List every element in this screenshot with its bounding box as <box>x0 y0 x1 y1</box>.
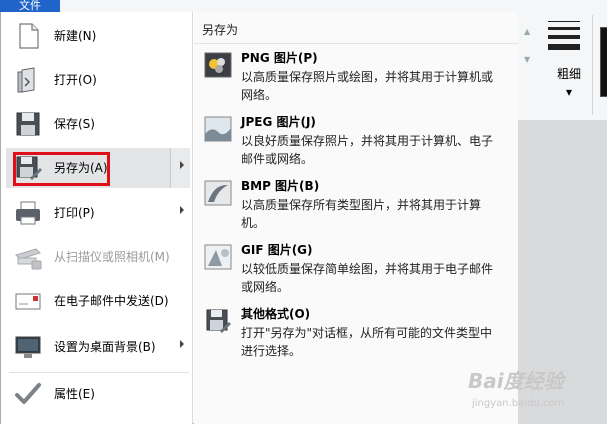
open-folder-icon <box>14 66 42 94</box>
menu-item-scan[interactable]: 从扫描仪或照相机(M) <box>6 237 190 277</box>
option-description: 以高质量保存所有类型图片，并将其用于计算机。 <box>241 198 482 230</box>
save-as-jpeg[interactable]: JPEG 图片(J) 以良好质量保存照片，并将其用于计算机、电子邮件或网络。 <box>202 114 512 178</box>
menu-item-open[interactable]: 打开(O) <box>6 60 190 100</box>
menu-item-save[interactable]: 保存(S) <box>6 104 190 144</box>
annotation-highlight-box <box>13 152 110 186</box>
thickness-label: 粗细 ▾ <box>556 67 581 99</box>
thickness-line-icon <box>548 21 580 22</box>
bmp-image-icon <box>204 180 232 206</box>
save-as-bmp[interactable]: BMP 图片(B) 以高质量保存所有类型图片，并将其用于计算机。 <box>202 178 512 242</box>
scroll-up-icon[interactable]: ▲ <box>524 27 530 36</box>
menu-item-label: 从扫描仪或照相机(M) <box>54 250 170 264</box>
menu-item-properties[interactable]: 属性(E) <box>6 374 190 414</box>
file-menu-commands: 新建(N) 打开(O) 保存(S) 另存为(A) 打印(P) 从扫描仪或照相机(… <box>1 12 193 424</box>
printer-icon <box>14 199 42 227</box>
thickness-button[interactable]: 粗细 ▾ <box>548 21 582 111</box>
submenu-title: 另存为 <box>202 23 239 37</box>
watermark: Bai度经验 jingyan.baidu.com <box>468 370 598 416</box>
menu-item-set-desktop[interactable]: 设置为桌面背景(B) <box>6 327 190 367</box>
option-title: 其他格式(O) <box>241 307 311 321</box>
scanner-icon <box>14 243 42 271</box>
menu-item-label: 在电子邮件中发送(D) <box>54 294 169 308</box>
option-description: 以良好质量保存照片，并将其用于计算机、电子邮件或网络。 <box>241 134 494 166</box>
ribbon-divider <box>592 15 593 115</box>
option-title: BMP 图片(B) <box>241 179 320 193</box>
desktop-icon <box>14 333 42 361</box>
menu-item-label: 设置为桌面背景(B) <box>54 340 156 354</box>
checkmark-icon <box>14 380 42 408</box>
option-description: 以高质量保存照片或绘图，并将其用于计算机或网络。 <box>241 70 494 102</box>
option-description: 以较低质量保存简单绘图，并将其用于电子邮件或网络。 <box>241 262 494 294</box>
menu-item-label: 属性(E) <box>54 387 95 401</box>
save-icon <box>14 110 42 138</box>
save-as-other-formats[interactable]: 其他格式(O) 打开"另存为"对话框，从所有可能的文件类型中进行选择。 <box>202 306 512 370</box>
file-menu: 新建(N) 打开(O) 保存(S) 另存为(A) 打印(P) 从扫描仪或照相机(… <box>0 12 518 424</box>
watermark-logo: Bai度经验 <box>468 369 564 393</box>
save-as-png[interactable]: PNG 图片(P) 以高质量保存照片或绘图，并将其用于计算机或网络。 <box>202 50 512 114</box>
jpeg-image-icon <box>204 116 232 142</box>
submenu-title-divider <box>194 43 518 44</box>
option-title: PNG 图片(P) <box>241 51 318 65</box>
menu-item-email[interactable]: 在电子邮件中发送(D) <box>6 281 190 321</box>
scroll-down-icon[interactable]: ▼ <box>524 55 530 64</box>
gif-image-icon <box>204 244 232 270</box>
menu-item-label: 打印(P) <box>54 206 95 220</box>
ribbon-thickness-group: ▲ ▼ 粗细 ▾ <box>520 15 607 120</box>
chevron-down-icon: ▾ <box>565 85 573 99</box>
save-as-gif[interactable]: GIF 图片(G) 以较低质量保存简单绘图，并将其用于电子邮件或网络。 <box>202 242 512 306</box>
file-tab[interactable]: 文件 <box>0 0 60 12</box>
option-title: JPEG 图片(J) <box>241 115 316 129</box>
png-image-icon <box>204 52 232 78</box>
thickness-line-icon <box>548 35 580 39</box>
menu-item-label: 保存(S) <box>54 117 95 131</box>
other-formats-icon <box>204 308 232 334</box>
save-as-submenu: 另存为 PNG 图片(P) 以高质量保存照片或绘图，并将其用于计算机或网络。 J… <box>194 12 518 424</box>
chevron-right-icon <box>180 161 184 169</box>
watermark-url: jingyan.baidu.com <box>472 398 565 409</box>
thickness-line-icon <box>548 44 580 50</box>
color-swatch[interactable] <box>600 27 607 97</box>
menu-divider <box>9 372 189 373</box>
chevron-right-icon <box>180 340 184 348</box>
chevron-right-icon <box>180 206 184 214</box>
menu-item-new[interactable]: 新建(N) <box>6 16 190 56</box>
new-document-icon <box>14 22 42 50</box>
option-description: 打开"另存为"对话框，从所有可能的文件类型中进行选择。 <box>241 326 493 358</box>
menu-item-label: 新建(N) <box>54 29 97 43</box>
thickness-line-icon <box>548 27 580 30</box>
menu-item-label: 打开(O) <box>54 73 97 87</box>
menu-item-print[interactable]: 打印(P) <box>6 193 190 233</box>
option-title: GIF 图片(G) <box>241 243 313 257</box>
email-icon <box>14 287 42 315</box>
